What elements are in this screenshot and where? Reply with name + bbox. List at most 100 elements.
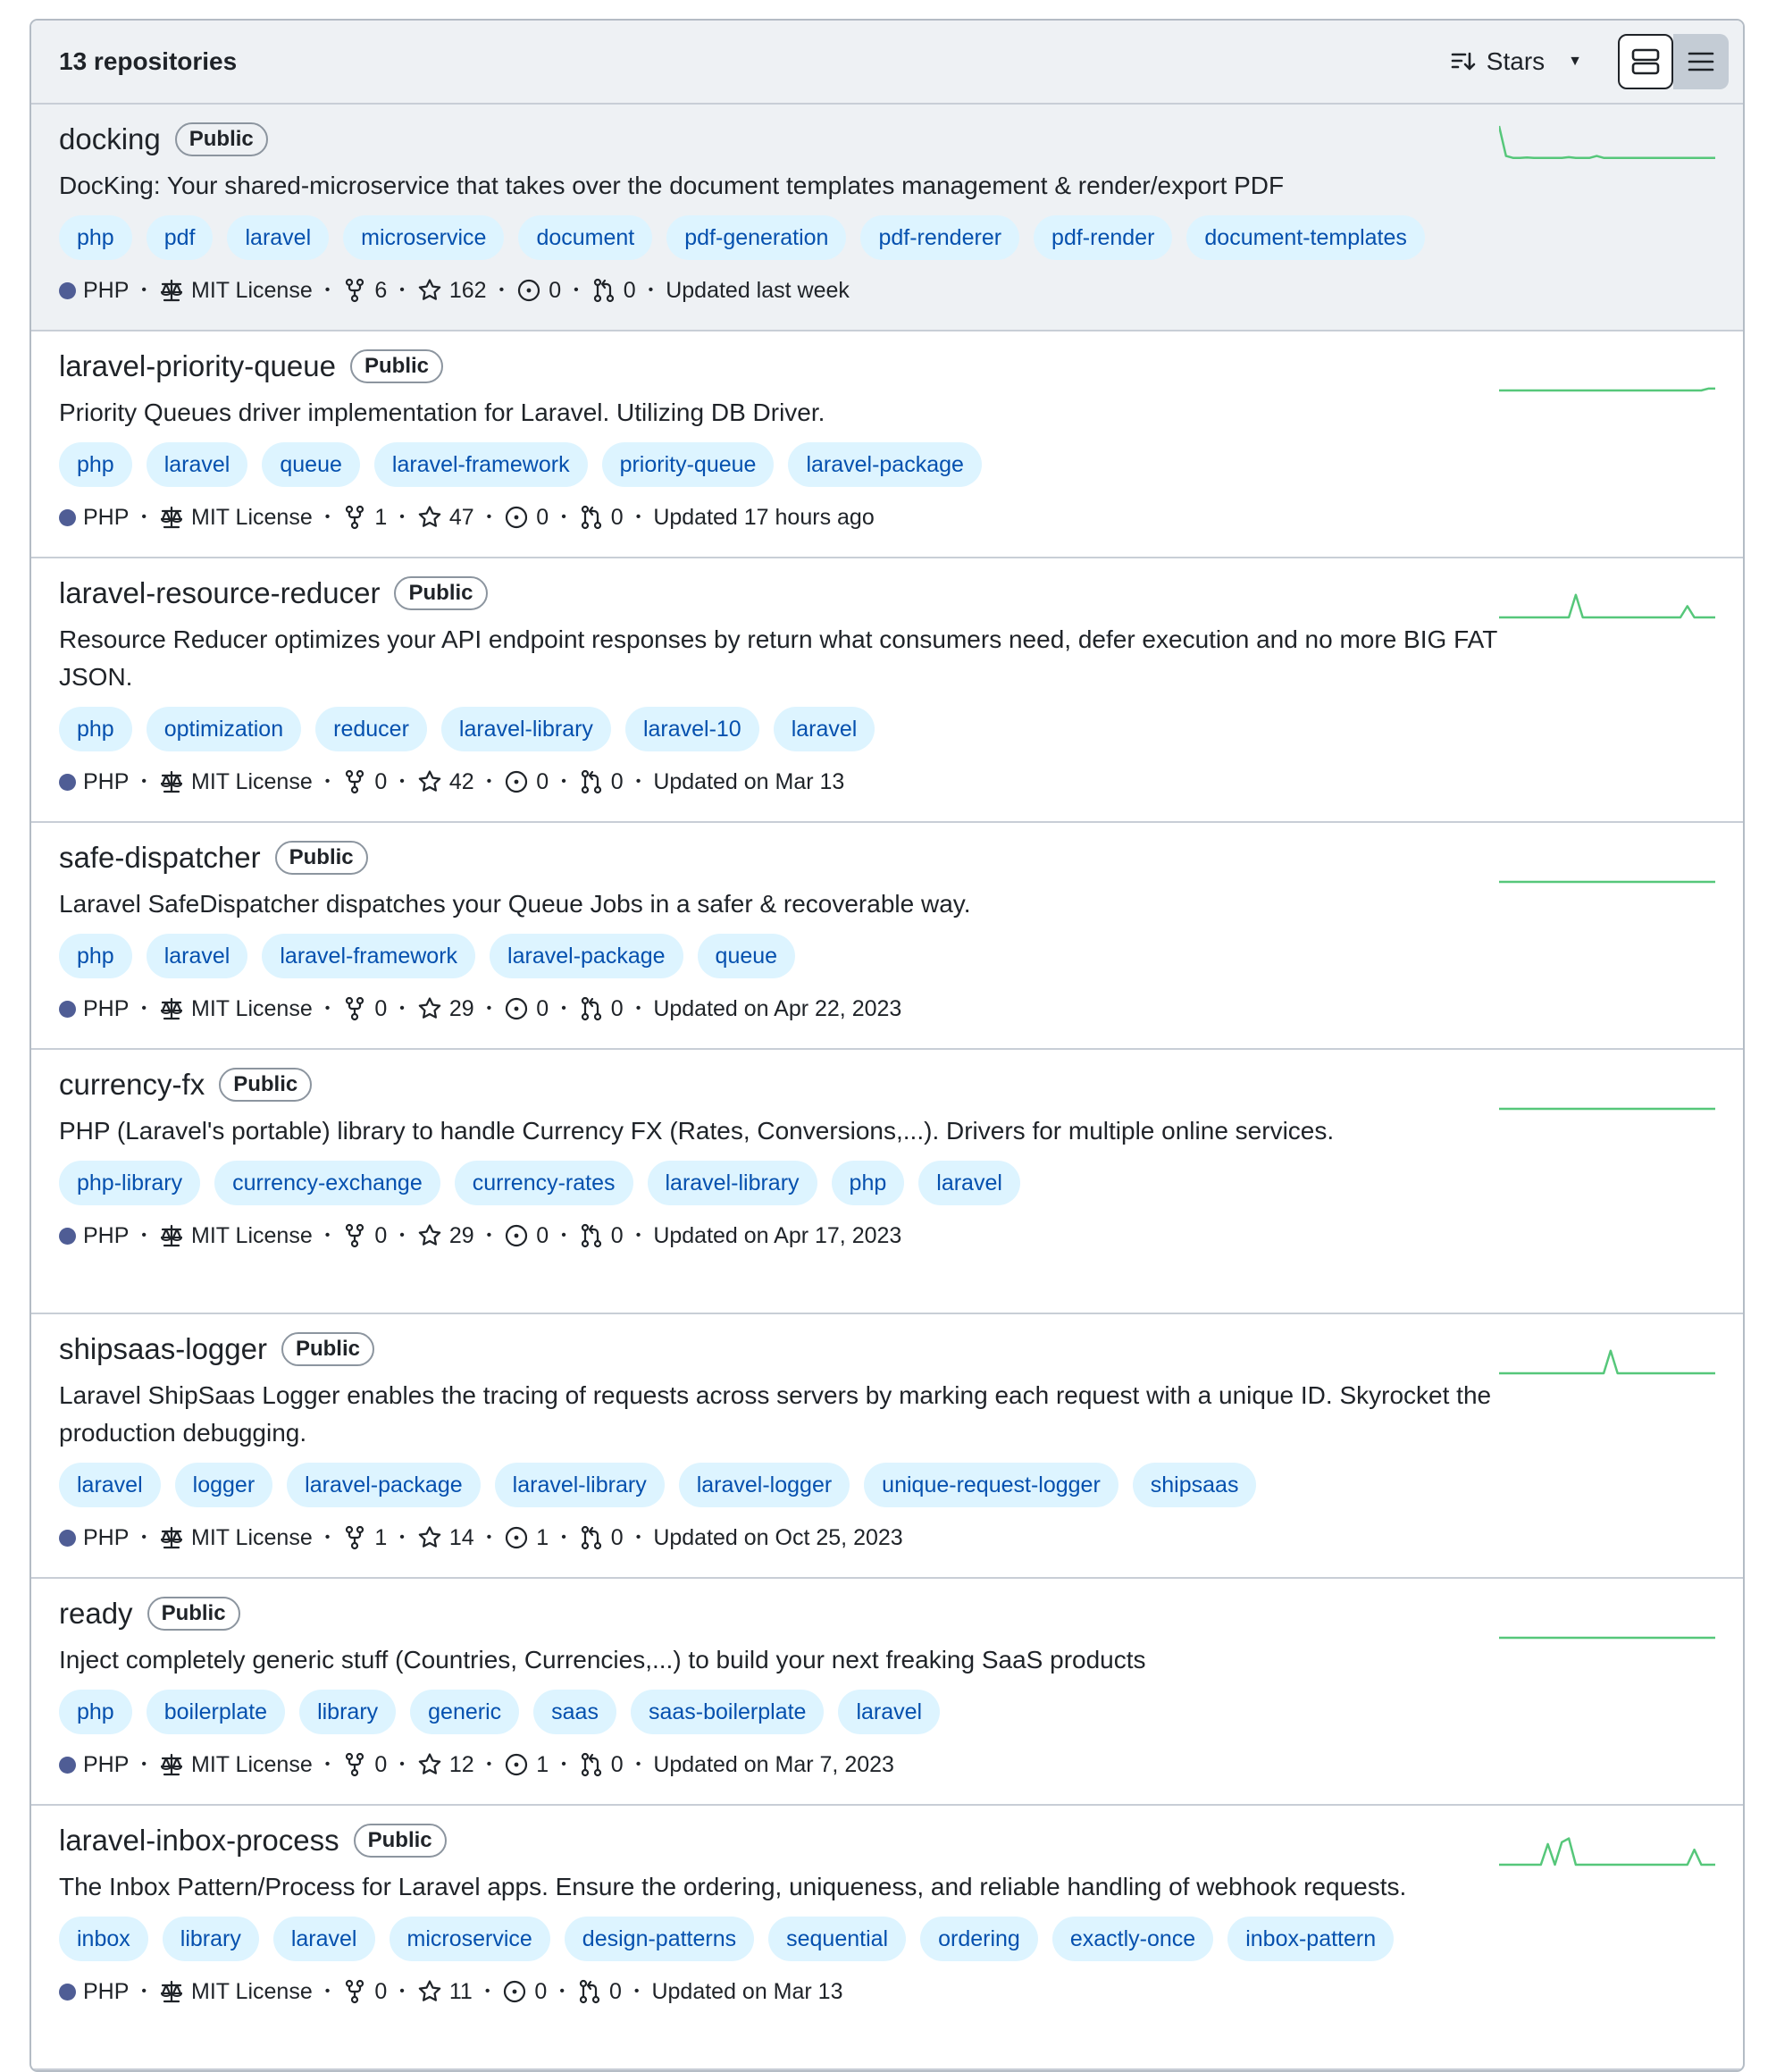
issues-link[interactable]: 0 [502, 1979, 547, 2005]
topic-tag[interactable]: saas [533, 1690, 616, 1734]
topic-tag[interactable]: laravel-package [287, 1463, 481, 1507]
topic-tag[interactable]: php [59, 707, 132, 751]
repository-name-link[interactable]: laravel-inbox-process [59, 1824, 339, 1858]
topic-tag[interactable]: laravel [773, 707, 875, 751]
topic-tag[interactable]: laravel [918, 1161, 1020, 1205]
topic-tag[interactable]: logger [174, 1463, 273, 1507]
forks-link[interactable]: 0 [342, 996, 387, 1022]
repository-row[interactable]: docking Public DocKing: Your shared-micros… [31, 105, 1743, 331]
topic-tag[interactable]: laravel-library [647, 1161, 817, 1205]
topic-tag[interactable]: laravel-library [494, 1463, 665, 1507]
topic-tag[interactable]: optimization [146, 707, 302, 751]
topic-tag[interactable]: boilerplate [146, 1690, 286, 1734]
repository-row[interactable]: laravel-inbox-process Public The Inbox Pat… [31, 1806, 1743, 2070]
topic-tag[interactable]: design-patterns [564, 1917, 755, 1961]
topic-tag[interactable]: inbox [59, 1917, 148, 1961]
topic-tag[interactable]: laravel-library [440, 707, 611, 751]
issues-link[interactable]: 0 [516, 278, 561, 304]
forks-link[interactable]: 0 [342, 769, 387, 795]
repository-row[interactable]: laravel-priority-queue Public Priority Que… [31, 331, 1743, 558]
pull-requests-link[interactable]: 0 [591, 278, 636, 304]
repository-row[interactable]: ready Public Inject completely generic stu… [31, 1579, 1743, 1806]
topic-tag[interactable]: inbox-pattern [1227, 1917, 1395, 1961]
topic-tag[interactable]: pdf-renderer [860, 215, 1020, 260]
topic-tag[interactable]: pdf-generation [666, 215, 847, 260]
pull-requests-link[interactable]: 0 [579, 1525, 624, 1551]
forks-link[interactable]: 1 [342, 1525, 387, 1551]
topic-tag[interactable]: pdf-render [1034, 215, 1173, 260]
topic-tag[interactable]: document [518, 215, 653, 260]
topic-tag[interactable]: laravel-10 [624, 707, 759, 751]
topic-tag[interactable]: php [831, 1161, 905, 1205]
card-view-button[interactable] [1618, 34, 1673, 89]
topic-tag[interactable]: pdf [146, 215, 214, 260]
issues-link[interactable]: 0 [504, 996, 549, 1022]
topic-tag[interactable]: reducer [315, 707, 427, 751]
topic-tag[interactable]: laravel [272, 1917, 375, 1961]
forks-link[interactable]: 0 [342, 1752, 387, 1778]
topic-tag[interactable]: library [162, 1917, 259, 1961]
topic-tag[interactable]: laravel [838, 1690, 941, 1734]
topic-tag[interactable]: php [59, 934, 132, 978]
topic-tag[interactable]: laravel-package [490, 934, 683, 978]
topic-tag[interactable]: queue [697, 934, 796, 978]
topic-tag[interactable]: microservice [343, 215, 505, 260]
forks-link[interactable]: 0 [342, 1223, 387, 1249]
forks-link[interactable]: 0 [342, 1979, 387, 2005]
topic-tag[interactable]: currency-exchange [214, 1161, 440, 1205]
topic-tag[interactable]: laravel [59, 1463, 161, 1507]
topic-tag[interactable]: laravel-package [788, 442, 982, 487]
repository-row[interactable]: laravel-resource-reducer Public Resource R… [31, 558, 1743, 823]
topic-tag[interactable]: laravel [227, 215, 330, 260]
repository-row[interactable]: shipsaas-logger Public Laravel ShipSaas Lo… [31, 1314, 1743, 1579]
topic-tag[interactable]: unique-request-logger [864, 1463, 1118, 1507]
list-view-button[interactable] [1673, 34, 1729, 89]
stars-link[interactable]: 42 [417, 769, 474, 795]
repository-name-link[interactable]: safe-dispatcher [59, 841, 261, 875]
stars-link[interactable]: 12 [417, 1752, 474, 1778]
issues-link[interactable]: 1 [504, 1752, 549, 1778]
topic-tag[interactable]: laravel-framework [262, 934, 476, 978]
pull-requests-link[interactable]: 0 [577, 1979, 622, 2005]
topic-tag[interactable]: sequential [768, 1917, 907, 1961]
topic-tag[interactable]: php-library [59, 1161, 201, 1205]
topic-tag[interactable]: queue [262, 442, 360, 487]
pull-requests-link[interactable]: 0 [579, 505, 624, 531]
topic-tag[interactable]: document-templates [1186, 215, 1425, 260]
pull-requests-link[interactable]: 0 [579, 1752, 624, 1778]
topic-tag[interactable]: shipsaas [1132, 1463, 1257, 1507]
repository-name-link[interactable]: laravel-priority-queue [59, 349, 336, 383]
stars-link[interactable]: 29 [417, 996, 474, 1022]
stars-link[interactable]: 29 [417, 1223, 474, 1249]
topic-tag[interactable]: ordering [920, 1917, 1038, 1961]
topic-tag[interactable]: laravel-logger [678, 1463, 850, 1507]
topic-tag[interactable]: exactly-once [1051, 1917, 1214, 1961]
sort-button[interactable]: Stars ▼ [1451, 47, 1582, 76]
topic-tag[interactable]: laravel [146, 442, 248, 487]
topic-tag[interactable]: library [299, 1690, 397, 1734]
pull-requests-link[interactable]: 0 [579, 769, 624, 795]
repository-row[interactable]: safe-dispatcher Public Laravel SafeDispatc… [31, 823, 1743, 1050]
topic-tag[interactable]: laravel-framework [373, 442, 588, 487]
stars-link[interactable]: 11 [417, 1979, 473, 2005]
issues-link[interactable]: 1 [504, 1525, 549, 1551]
stars-link[interactable]: 162 [417, 278, 487, 304]
topic-tag[interactable]: saas-boilerplate [630, 1690, 825, 1734]
topic-tag[interactable]: php [59, 215, 132, 260]
forks-link[interactable]: 1 [342, 505, 387, 531]
issues-link[interactable]: 0 [504, 1223, 549, 1249]
repository-name-link[interactable]: ready [59, 1597, 133, 1631]
issues-link[interactable]: 0 [504, 505, 549, 531]
topic-tag[interactable]: laravel [146, 934, 248, 978]
pull-requests-link[interactable]: 0 [579, 1223, 624, 1249]
topic-tag[interactable]: generic [410, 1690, 520, 1734]
repository-name-link[interactable]: docking [59, 122, 161, 156]
forks-link[interactable]: 6 [342, 278, 387, 304]
repository-row[interactable]: currency-fx Public PHP (Laravel's portable… [31, 1050, 1743, 1314]
stars-link[interactable]: 47 [417, 505, 474, 531]
repository-name-link[interactable]: shipsaas-logger [59, 1332, 267, 1366]
topic-tag[interactable]: php [59, 1690, 132, 1734]
repository-name-link[interactable]: currency-fx [59, 1068, 205, 1102]
topic-tag[interactable]: microservice [389, 1917, 550, 1961]
topic-tag[interactable]: priority-queue [601, 442, 775, 487]
